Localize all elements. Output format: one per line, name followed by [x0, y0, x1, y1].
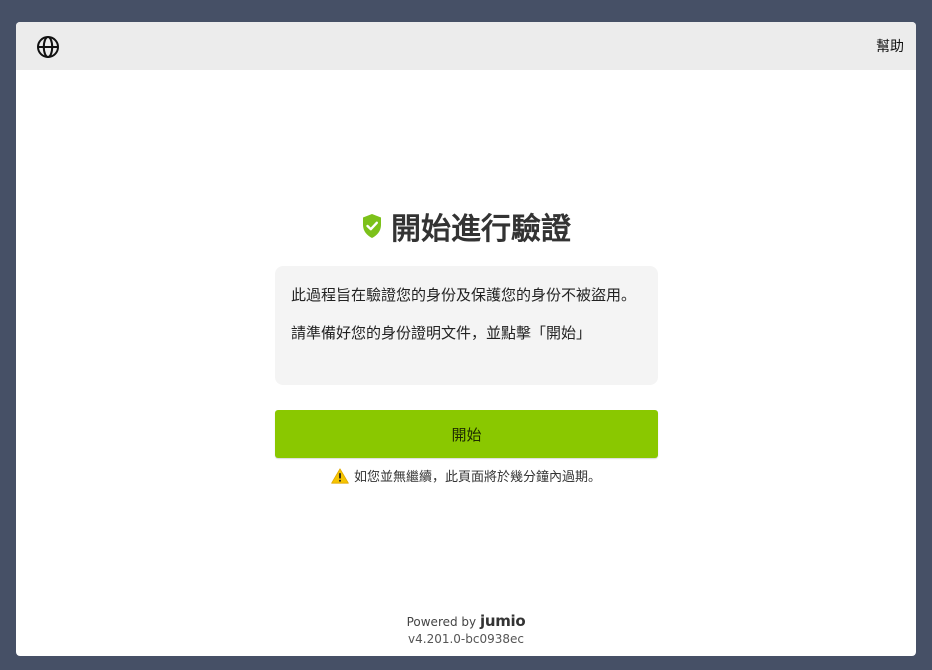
info-paragraph-purpose: 此過程旨在驗證您的身份及保護您的身份不被盜用。	[291, 286, 637, 304]
help-link[interactable]: 幫助	[876, 36, 904, 56]
language-button[interactable]	[36, 35, 60, 59]
powered-by-label: Powered by	[406, 615, 477, 629]
info-box: 此過程旨在驗證您的身份及保護您的身份不被盜用。 請準備好您的身份證明文件，並點擊…	[275, 266, 658, 385]
info-paragraph-instructions: 請準備好您的身份證明文件，並點擊「開始」	[291, 324, 592, 342]
globe-icon	[37, 36, 59, 58]
warning-icon	[331, 467, 349, 484]
expiry-warning: 如您並無繼續，此頁面將於幾分鐘內過期。	[16, 466, 916, 485]
version-label: v4.201.0-bc0938ec	[408, 632, 524, 646]
title-row: 開始進行驗證	[16, 204, 916, 248]
shield-check-icon	[363, 214, 381, 238]
warning-text: 如您並無繼續，此頁面將於幾分鐘內過期。	[353, 470, 601, 485]
start-button[interactable]: 開始	[275, 410, 658, 458]
jumio-logo: jumio	[479, 612, 526, 630]
verification-card: 幫助 開始進行驗證 此過程旨在驗證您的身份及保護您的身份不被盜用。 請準備好您的…	[16, 22, 916, 656]
page-title: 開始進行驗證	[391, 212, 571, 247]
top-bar: 幫助	[16, 22, 916, 70]
powered-by: Powered by jumio	[16, 612, 916, 630]
